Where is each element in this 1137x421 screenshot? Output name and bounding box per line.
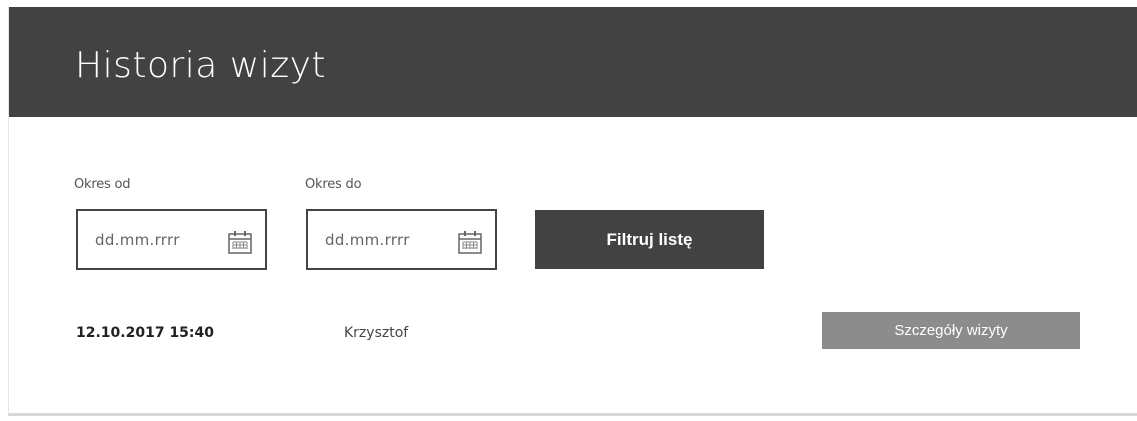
date-to-placeholder: dd.mm.rrrr xyxy=(325,231,410,249)
visit-list-item: 12.10.2017 15:40 Krzysztof Szczegóły wiz… xyxy=(9,307,1137,355)
date-from-placeholder: dd.mm.rrrr xyxy=(95,231,180,249)
page-title: Historia wizyt xyxy=(75,45,327,86)
calendar-icon[interactable] xyxy=(456,228,484,256)
visit-datetime: 12.10.2017 15:40 xyxy=(76,325,215,341)
date-from-field[interactable]: dd.mm.rrrr xyxy=(76,209,267,270)
visit-history-card: Historia wizyt Okres od dd.mm.rrrr Okres… xyxy=(8,7,1137,416)
filter-list-button[interactable]: Filtruj listę xyxy=(535,210,764,269)
visit-patient-name: Krzysztof xyxy=(344,325,409,341)
date-from-label: Okres od xyxy=(74,177,131,192)
calendar-icon[interactable] xyxy=(226,228,254,256)
visit-details-button[interactable]: Szczegóły wizyty xyxy=(822,312,1080,349)
page-header: Historia wizyt xyxy=(9,7,1137,117)
date-to-field[interactable]: dd.mm.rrrr xyxy=(306,209,497,270)
date-to-label: Okres do xyxy=(305,177,362,192)
